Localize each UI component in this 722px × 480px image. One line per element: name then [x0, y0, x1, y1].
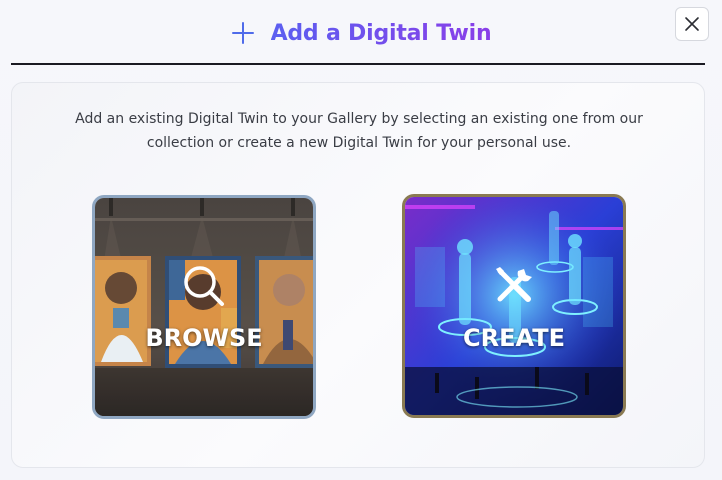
modal-title: Add a Digital Twin: [270, 20, 492, 46]
close-button[interactable]: [675, 7, 709, 41]
create-card[interactable]: CREATE: [402, 194, 626, 418]
magnifier-icon: [184, 266, 224, 306]
browse-card[interactable]: BROWSE: [92, 195, 316, 419]
panel-description: Add an existing Digital Twin to your Gal…: [75, 111, 643, 151]
modal-header: Add a Digital Twin: [0, 0, 722, 64]
header-divider: [11, 63, 705, 65]
add-digital-twin-modal: Add a Digital Twin Add an existing Digit…: [0, 0, 722, 480]
header-title-group: Add a Digital Twin: [231, 21, 492, 46]
create-label: CREATE: [463, 324, 565, 352]
tools-icon: [496, 267, 532, 302]
close-icon: [685, 17, 699, 31]
browse-label: BROWSE: [145, 324, 263, 352]
plus-icon: [231, 22, 254, 44]
options-panel: Add an existing Digital Twin to your Gal…: [11, 82, 705, 468]
